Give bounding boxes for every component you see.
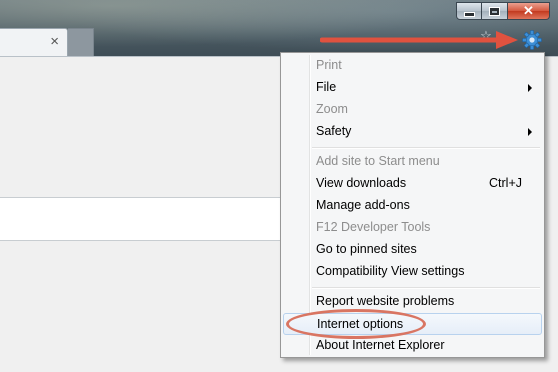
menu-item-view-downloads[interactable]: View downloads Ctrl+J	[283, 173, 542, 195]
menu-item-label: Print	[316, 58, 342, 72]
menu-item-label: Manage add-ons	[316, 198, 410, 212]
menu-item-label: Add site to Start menu	[316, 154, 440, 168]
menu-item-label: File	[316, 80, 337, 94]
menu-item-manage-add-ons[interactable]: Manage add-ons	[283, 195, 542, 217]
window-controls: ✕	[456, 2, 550, 20]
new-tab-button[interactable]	[68, 28, 94, 56]
annotation-highlight-ring	[286, 309, 426, 339]
menu-item-label: Go to pinned sites	[316, 242, 417, 256]
annotation-arrow	[320, 31, 518, 49]
menu-item-label: Report website problems	[316, 294, 455, 308]
menu-item-report-website-problems[interactable]: Report website problems	[283, 291, 542, 313]
menu-item-safety[interactable]: Safety	[283, 121, 542, 143]
menu-item-label: About Internet Explorer	[316, 338, 445, 352]
menu-separator	[312, 287, 540, 289]
maximize-button[interactable]	[482, 2, 508, 20]
window-titlebar: ✕ × ☆	[0, 0, 558, 58]
menu-item-label: View downloads	[316, 176, 407, 190]
submenu-arrow-icon	[528, 84, 532, 92]
menu-item-shortcut: Ctrl+J	[489, 176, 522, 190]
close-button[interactable]: ✕	[508, 2, 550, 20]
browser-tab[interactable]: ×	[0, 28, 68, 56]
close-icon: ✕	[523, 3, 534, 18]
menu-item-about-internet-explorer[interactable]: About Internet Explorer	[283, 335, 542, 357]
menu-item-f12-developer-tools[interactable]: F12 Developer Tools	[283, 217, 542, 239]
maximize-icon	[489, 6, 500, 16]
tab-close-icon[interactable]: ×	[50, 33, 59, 50]
menu-item-compatibility-view-settings[interactable]: Compatibility View settings	[283, 261, 542, 283]
menu-item-print[interactable]: Print	[283, 55, 542, 77]
menu-item-zoom[interactable]: Zoom	[283, 99, 542, 121]
minimize-icon	[463, 11, 475, 17]
menu-separator	[312, 147, 540, 149]
menu-item-label: Zoom	[316, 102, 348, 116]
menu-item-file[interactable]: File	[283, 77, 542, 99]
submenu-arrow-icon	[528, 128, 532, 136]
gear-icon[interactable]	[521, 29, 543, 51]
minimize-button[interactable]	[456, 2, 482, 20]
menu-item-label: Safety	[316, 124, 352, 138]
page-content-box	[0, 197, 288, 241]
menu-item-label: Compatibility View settings	[316, 264, 465, 278]
menu-item-label: F12 Developer Tools	[316, 220, 431, 234]
menu-item-add-site-to-start-menu[interactable]: Add site to Start menu	[283, 151, 542, 173]
menu-item-go-to-pinned-sites[interactable]: Go to pinned sites	[283, 239, 542, 261]
